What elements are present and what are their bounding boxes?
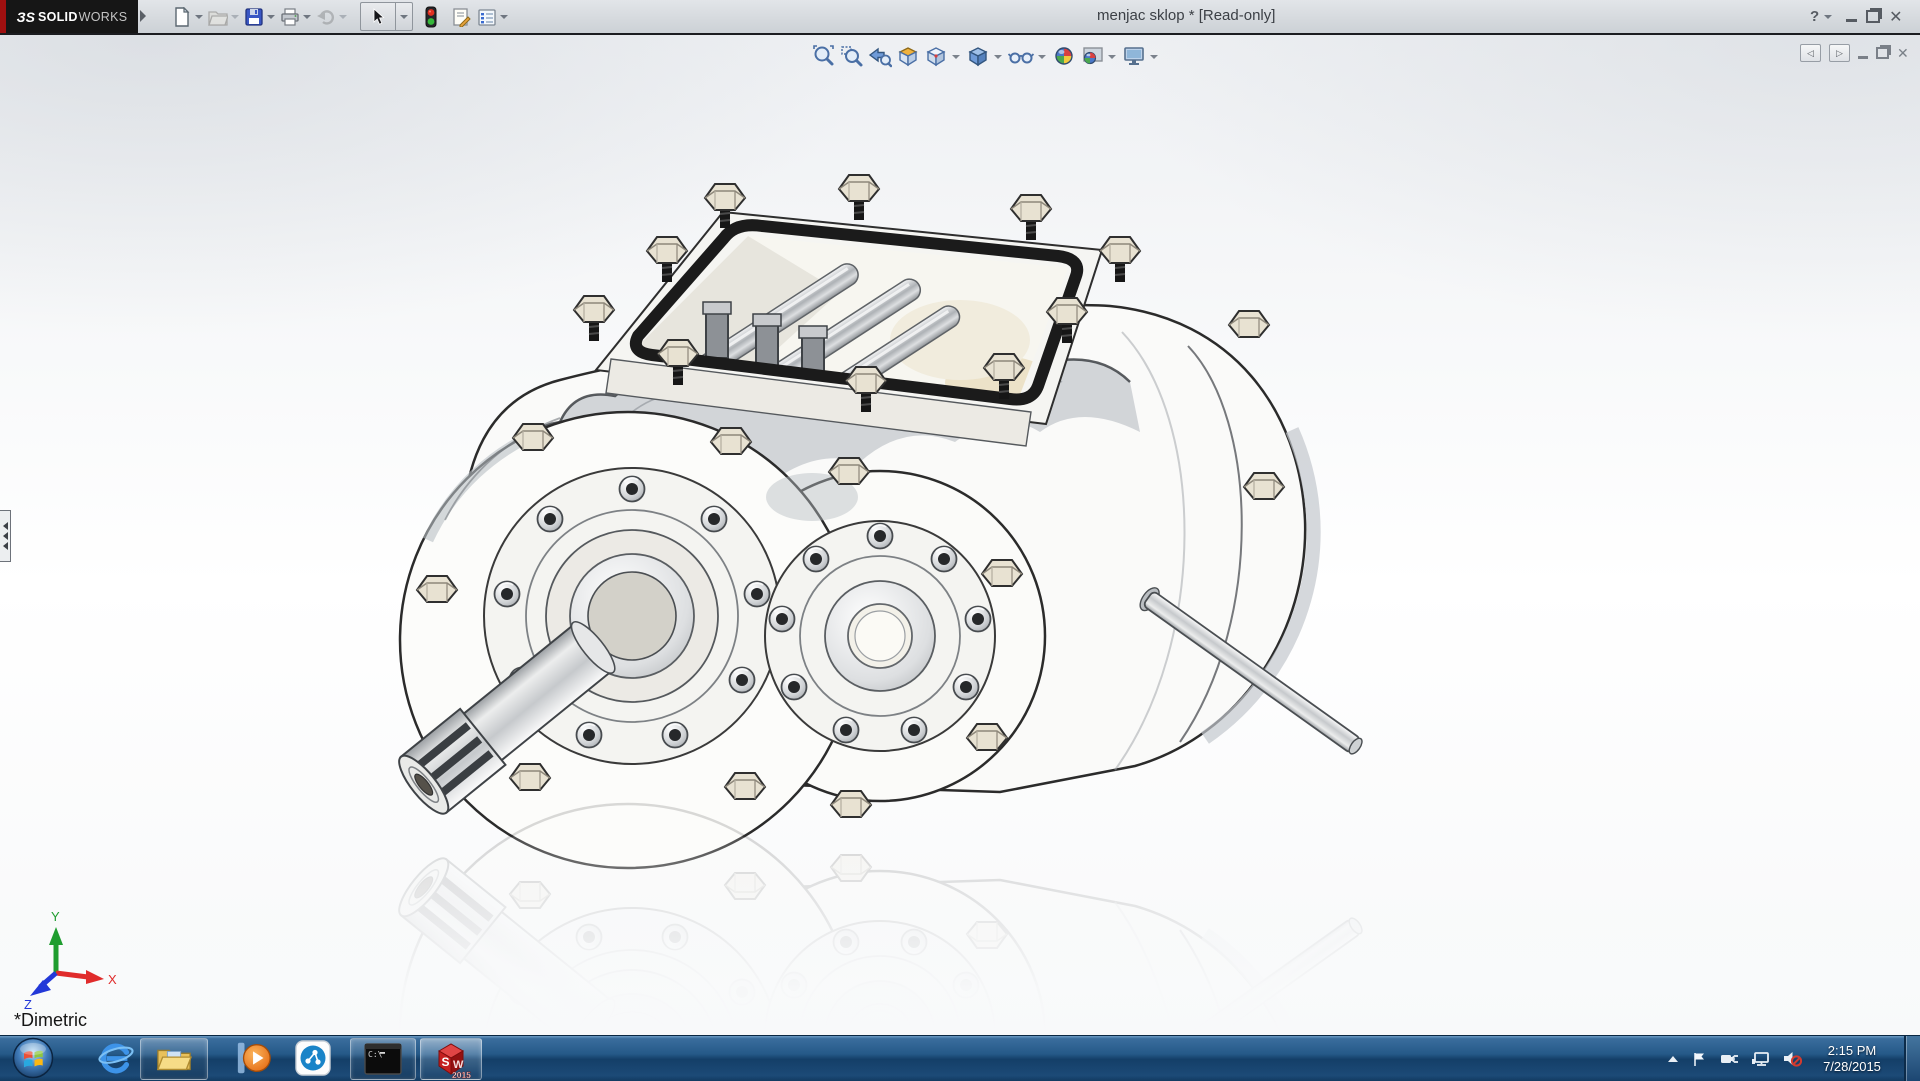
collapse-arrow-icon — [3, 522, 8, 530]
select-cursor-icon — [369, 8, 387, 26]
print-icon[interactable] — [280, 3, 300, 31]
window-title: menjac sklop * [Read-only] — [1097, 7, 1275, 24]
open-icon[interactable] — [208, 3, 228, 31]
logo-mark: ЗS — [17, 9, 35, 25]
apply-scene-dropdown[interactable] — [1108, 55, 1116, 59]
options-dropdown[interactable] — [500, 15, 508, 19]
close-button[interactable]: ✕ — [1889, 7, 1902, 27]
viewport-3d-canvas[interactable] — [0, 0, 1920, 1080]
view-settings-dropdown[interactable] — [1150, 55, 1158, 59]
display-style-icon[interactable] — [966, 42, 990, 70]
options-icon[interactable] — [477, 3, 497, 31]
minimize-button[interactable] — [1846, 19, 1857, 22]
sw-letter-s: S — [442, 1055, 450, 1069]
system-tray — [1668, 1036, 1802, 1081]
collapse-arrow-icon — [3, 532, 8, 540]
command-prompt-icon: C:\ — [363, 1042, 403, 1076]
save-dropdown[interactable] — [267, 15, 275, 19]
help-button[interactable]: ? — [1810, 8, 1819, 25]
open-dropdown[interactable] — [231, 15, 239, 19]
apply-scene-icon[interactable] — [1080, 42, 1104, 70]
show-desktop-button[interactable] — [1904, 1036, 1920, 1081]
document-minimize-button[interactable] — [1858, 56, 1868, 59]
command-prompt-button[interactable]: C:\ — [350, 1038, 416, 1080]
taskbar-clock[interactable]: 2:15 PM 7/28/2015 — [1806, 1038, 1898, 1079]
tray-date: 7/28/2015 — [1823, 1059, 1881, 1075]
media-player-icon[interactable] — [230, 1038, 278, 1078]
windows-start-orb-icon — [12, 1037, 54, 1079]
triad-z-label: Z — [24, 997, 32, 1012]
restore-button[interactable] — [1866, 10, 1880, 23]
folder-icon — [154, 1041, 194, 1077]
rebuild-traffic-light-icon[interactable] — [423, 3, 439, 31]
logo-text-light: WORKS — [79, 10, 128, 24]
show-hidden-icons-button[interactable] — [1668, 1056, 1678, 1062]
view-settings-icon[interactable] — [1122, 42, 1146, 70]
window-controls: ? ✕ — [1810, 0, 1903, 33]
document-restore-button[interactable] — [1876, 47, 1889, 59]
cmd-prompt-text: C:\ — [368, 1050, 383, 1059]
solidworks-logo: ЗS SOLID WORKS — [6, 0, 138, 33]
action-center-flag-icon[interactable] — [1691, 1051, 1707, 1067]
document-window-controls: ◁ ▷ ✕ — [1800, 44, 1909, 62]
internet-explorer-icon[interactable] — [92, 1038, 140, 1078]
save-icon[interactable] — [244, 3, 264, 31]
solidworks-2015-icon: S W 2015 — [431, 1039, 471, 1079]
collapse-pane-left-button[interactable]: ◁ — [1800, 44, 1821, 62]
feature-manager-collapsed-tab[interactable] — [0, 510, 11, 562]
heads-up-view-toolbar — [812, 42, 1160, 70]
display-style-dropdown[interactable] — [994, 55, 1002, 59]
view-orientation-dropdown[interactable] — [952, 55, 960, 59]
gearbox-model — [392, 175, 1367, 868]
sw-year: 2015 — [452, 1070, 471, 1079]
new-document-icon[interactable] — [172, 3, 192, 31]
windows-explorer-button[interactable] — [140, 1038, 208, 1080]
collapse-arrow-icon — [3, 542, 8, 550]
power-plug-icon[interactable] — [1720, 1051, 1739, 1067]
previous-view-icon[interactable] — [868, 42, 892, 70]
volume-muted-icon[interactable] — [1783, 1050, 1802, 1067]
hide-show-items-icon[interactable] — [1008, 42, 1034, 70]
undo-dropdown[interactable] — [339, 15, 347, 19]
menu-flyout-arrow-icon[interactable] — [140, 10, 146, 22]
zoom-to-fit-icon[interactable] — [812, 42, 836, 70]
new-dropdown[interactable] — [195, 15, 203, 19]
start-button[interactable] — [10, 1038, 56, 1078]
print-dropdown[interactable] — [303, 15, 311, 19]
help-dropdown[interactable] — [1824, 15, 1832, 19]
select-tool-dropdown[interactable] — [395, 2, 413, 31]
reference-triad: Y X Z — [16, 905, 126, 1015]
tray-time: 2:15 PM — [1828, 1043, 1876, 1059]
windows-taskbar: C:\ S W 2015 — [0, 1035, 1920, 1081]
edit-appearance-icon[interactable] — [1052, 42, 1076, 70]
title-bar: ЗS SOLID WORKS menjac — [0, 0, 1920, 35]
section-view-icon[interactable] — [896, 42, 920, 70]
triad-x-label: X — [108, 972, 117, 987]
view-orientation-icon[interactable] — [924, 42, 948, 70]
select-tool-button[interactable] — [360, 2, 395, 31]
solidworks-taskbar-button[interactable]: S W 2015 — [420, 1038, 482, 1080]
zoom-to-area-icon[interactable] — [840, 42, 864, 70]
share-app-icon[interactable] — [288, 1038, 338, 1078]
undo-icon[interactable] — [316, 3, 336, 31]
logo-text-bold: SOLID — [38, 10, 78, 24]
file-properties-icon[interactable] — [451, 3, 471, 31]
standard-toolbar — [172, 0, 513, 33]
network-icon[interactable] — [1752, 1051, 1770, 1067]
document-close-button[interactable]: ✕ — [1897, 45, 1909, 62]
hide-show-items-dropdown[interactable] — [1038, 55, 1046, 59]
solidworks-window: ◁ ▷ ✕ *Dimetric Y X Z ЗS SOLID WORKS — [0, 0, 1920, 1080]
collapse-pane-right-button[interactable]: ▷ — [1829, 44, 1850, 62]
triad-y-label: Y — [51, 909, 60, 924]
